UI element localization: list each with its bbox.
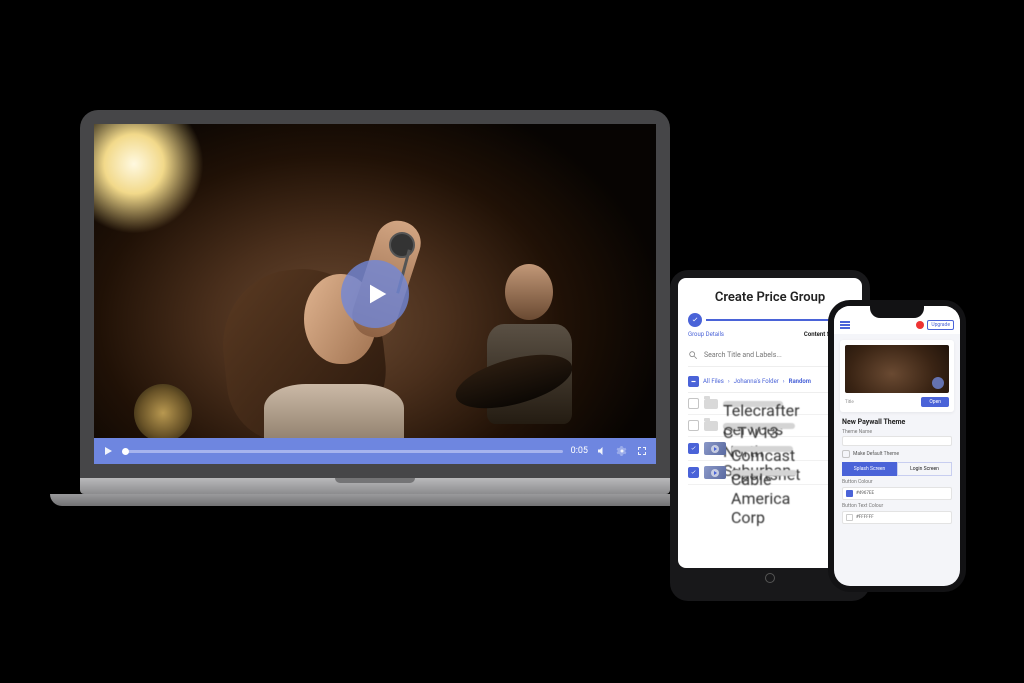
colour-swatch (846, 490, 853, 497)
video-preview[interactable] (845, 345, 949, 393)
row-checkbox[interactable] (688, 467, 699, 478)
open-button[interactable]: Open (921, 397, 949, 407)
row-checkbox[interactable] (688, 420, 699, 431)
select-all-checkbox[interactable] (688, 376, 699, 387)
time-elapsed: 0:05 (571, 446, 588, 456)
phone-screen: Upgrade Title Open New Paywall Theme The… (834, 306, 960, 586)
row-label: Telecrafter Services (723, 401, 783, 407)
stage-light (94, 124, 204, 234)
microphone-icon (389, 232, 415, 258)
video-thumbnail (704, 466, 726, 479)
guitarist (474, 264, 584, 434)
video-thumbnail (704, 442, 726, 455)
laptop-base (80, 478, 670, 494)
menu-icon[interactable] (840, 321, 850, 329)
colour-hex: #FFFFFF (856, 515, 874, 520)
button-colour-picker[interactable]: #4967EE (842, 487, 952, 500)
row-label: Comcast Sportsnet (731, 446, 793, 452)
player-controls: 0:05 (94, 438, 656, 464)
row-checkbox[interactable] (688, 398, 699, 409)
default-theme-checkbox[interactable] (842, 450, 850, 458)
video-player: 0:05 (94, 124, 656, 464)
crumb-leaf[interactable]: Random (789, 378, 811, 385)
play-button[interactable] (341, 260, 409, 328)
colour-swatch (846, 514, 853, 521)
play-icon (932, 377, 944, 389)
notification-badge[interactable] (916, 321, 924, 329)
tab-splash[interactable]: Splash Screen (842, 462, 897, 476)
fullscreen-icon[interactable] (636, 445, 648, 457)
play-small-icon[interactable] (102, 445, 114, 457)
colour-hex: #4967EE (856, 491, 874, 496)
row-checkbox[interactable] (688, 443, 699, 454)
upgrade-button[interactable]: Upgrade (927, 320, 954, 330)
preview-card: Title Open (840, 340, 954, 412)
phone-notch (870, 306, 924, 318)
laptop-bezel: 0:05 (80, 110, 670, 478)
drum (134, 384, 192, 442)
play-icon (363, 280, 391, 308)
button-colour-label: Button Colour (842, 479, 952, 485)
phone-mockup: Upgrade Title Open New Paywall Theme The… (828, 300, 966, 592)
volume-icon[interactable] (596, 445, 608, 457)
step-1-complete-icon[interactable] (688, 313, 702, 327)
tab-login[interactable]: Login Screen (897, 462, 952, 476)
settings-icon[interactable] (616, 445, 628, 457)
row-label: Cable America Corp (731, 470, 797, 476)
theme-name-label: Theme Name (842, 429, 952, 435)
button-text-colour-label: Button Text Colour (842, 503, 952, 509)
button-text-colour-picker[interactable]: #FFFFFF (842, 511, 952, 524)
seek-bar[interactable] (122, 450, 563, 453)
row-label: C T V13 North Suburban (723, 423, 795, 429)
step-1-label: Group Details (688, 331, 724, 338)
crumb-root[interactable]: All Files (703, 378, 724, 385)
default-theme-label: Make Default Theme (853, 451, 899, 457)
card-title: Title (845, 400, 854, 405)
screen-tabs: Splash Screen Login Screen (842, 462, 952, 476)
section-title: New Paywall Theme (842, 418, 952, 426)
laptop-mockup: 0:05 (80, 110, 670, 494)
search-icon (688, 350, 698, 360)
tablet-home-button[interactable] (765, 573, 775, 583)
folder-icon (704, 421, 718, 431)
crumb-mid[interactable]: Johanna's Folder (734, 378, 779, 385)
page-title: Create Price Group (688, 290, 852, 305)
theme-name-input[interactable] (842, 436, 952, 446)
folder-icon (704, 399, 718, 409)
